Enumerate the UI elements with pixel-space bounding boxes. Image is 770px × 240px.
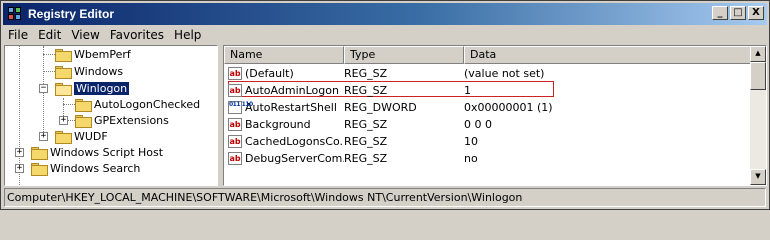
- folder-icon: [75, 98, 92, 112]
- status-bar-path: Computer\HKEY_LOCAL_MACHINE\SOFTWARE\Mic…: [4, 188, 766, 207]
- string-value-icon: ab: [228, 83, 242, 97]
- tree-item-label: WbemPerf: [74, 47, 131, 61]
- tree-item-label: Winlogon: [74, 81, 130, 95]
- menu-file[interactable]: File: [3, 28, 33, 42]
- value-type: REG_SZ: [344, 134, 388, 148]
- folder-icon: [75, 114, 92, 128]
- folder-icon: [55, 130, 72, 144]
- string-value-icon: ab: [228, 134, 242, 148]
- table-row[interactable]: ab DebugServerCom... REG_SZ no: [224, 150, 664, 166]
- menu-bar: File Edit View Favorites Help: [3, 26, 206, 44]
- scroll-down-arrow-icon[interactable]: ▼: [750, 169, 766, 185]
- tree-item-winlogon[interactable]: Winlogon: [55, 80, 130, 96]
- close-button[interactable]: X: [748, 6, 764, 20]
- collapse-toggle[interactable]: −: [39, 84, 48, 93]
- tree-item-label: GPExtensions: [94, 113, 169, 127]
- table-row[interactable]: 011 110 AutoRestartShell REG_DWORD 0x000…: [224, 99, 664, 115]
- expand-toggle[interactable]: +: [39, 132, 48, 141]
- folder-icon: [55, 65, 72, 79]
- value-type: REG_SZ: [344, 117, 388, 131]
- value-data: no: [464, 151, 478, 165]
- menu-help[interactable]: Help: [169, 28, 206, 42]
- tree-item-wudf[interactable]: WUDF: [55, 128, 108, 144]
- tree-item-windows-script-host[interactable]: Windows Script Host: [31, 144, 163, 160]
- open-folder-icon: [55, 82, 72, 96]
- folder-icon: [31, 146, 48, 160]
- tree-item-label: WUDF: [74, 129, 108, 143]
- value-data: (value not set): [464, 66, 545, 80]
- tree-item-label: AutoLogonChecked: [94, 97, 201, 111]
- table-row[interactable]: ab (Default) REG_SZ (value not set): [224, 65, 664, 81]
- vertical-scrollbar[interactable]: ▲ ▼: [750, 46, 766, 185]
- tree-item-windows[interactable]: Windows: [55, 63, 123, 79]
- column-header-type[interactable]: Type: [344, 46, 464, 64]
- menu-favorites[interactable]: Favorites: [105, 28, 169, 42]
- value-name: AutoAdminLogon: [245, 83, 339, 97]
- column-header-row: Name Type Data: [224, 46, 752, 64]
- value-data: 1: [464, 83, 471, 97]
- tree-item-gpextensions[interactable]: GPExtensions: [75, 112, 169, 128]
- value-type: REG_SZ: [344, 66, 388, 80]
- value-type: REG_SZ: [344, 83, 388, 97]
- table-row[interactable]: ab Background REG_SZ 0 0 0: [224, 116, 664, 132]
- window-title: Registry Editor: [28, 7, 115, 21]
- expand-toggle[interactable]: +: [15, 148, 24, 157]
- minimize-button[interactable]: _: [712, 6, 728, 20]
- tree-item-autologonchecked[interactable]: AutoLogonChecked: [75, 96, 200, 112]
- string-value-icon: ab: [228, 66, 242, 80]
- key-tree-pane[interactable]: WbemPerf Windows − Winlogon AutoLogonChe…: [4, 45, 218, 186]
- value-name: CachedLogonsCo...: [245, 134, 344, 148]
- value-data: 10: [464, 134, 478, 148]
- string-value-icon: ab: [228, 151, 242, 165]
- folder-icon: [31, 162, 48, 176]
- menu-edit[interactable]: Edit: [33, 28, 66, 42]
- expand-toggle[interactable]: +: [15, 164, 24, 173]
- value-data: 0x00000001 (1): [464, 100, 553, 114]
- value-name: (Default): [245, 66, 294, 80]
- value-name: AutoRestartShell: [245, 100, 337, 114]
- menu-view[interactable]: View: [66, 28, 104, 42]
- tree-item-label: Windows Search: [50, 161, 141, 175]
- registry-editor-window: Registry Editor _ □ X File Edit View Fav…: [0, 0, 770, 210]
- folder-icon: [55, 48, 72, 62]
- scrollbar-thumb[interactable]: [750, 62, 766, 90]
- value-type: REG_SZ: [344, 151, 388, 165]
- expand-toggle[interactable]: +: [59, 116, 68, 125]
- table-row[interactable]: ab CachedLogonsCo... REG_SZ 10: [224, 133, 664, 149]
- tree-item-wbemperf[interactable]: WbemPerf: [55, 46, 131, 62]
- scroll-up-arrow-icon[interactable]: ▲: [750, 46, 766, 62]
- dword-value-icon: 011 110: [228, 100, 253, 114]
- tree-item-label: Windows Script Host: [50, 145, 164, 159]
- values-list-pane[interactable]: Name Type Data ab (Default) REG_SZ (valu…: [223, 45, 767, 186]
- tree-item-windows-search[interactable]: Windows Search: [31, 160, 140, 176]
- maximize-button[interactable]: □: [730, 6, 746, 20]
- table-row[interactable]: ab AutoAdminLogon REG_SZ 1: [224, 82, 664, 98]
- value-type: REG_DWORD: [344, 100, 417, 114]
- registry-editor-icon: [7, 6, 23, 22]
- value-name: Background: [245, 117, 311, 131]
- string-value-icon: ab: [228, 117, 242, 131]
- title-bar[interactable]: Registry Editor _ □ X: [3, 3, 767, 25]
- value-name: DebugServerCom...: [245, 151, 344, 165]
- column-header-data[interactable]: Data: [464, 46, 752, 64]
- column-header-name[interactable]: Name: [224, 46, 344, 64]
- tree-item-label: Windows: [74, 64, 124, 78]
- value-data: 0 0 0: [464, 117, 492, 131]
